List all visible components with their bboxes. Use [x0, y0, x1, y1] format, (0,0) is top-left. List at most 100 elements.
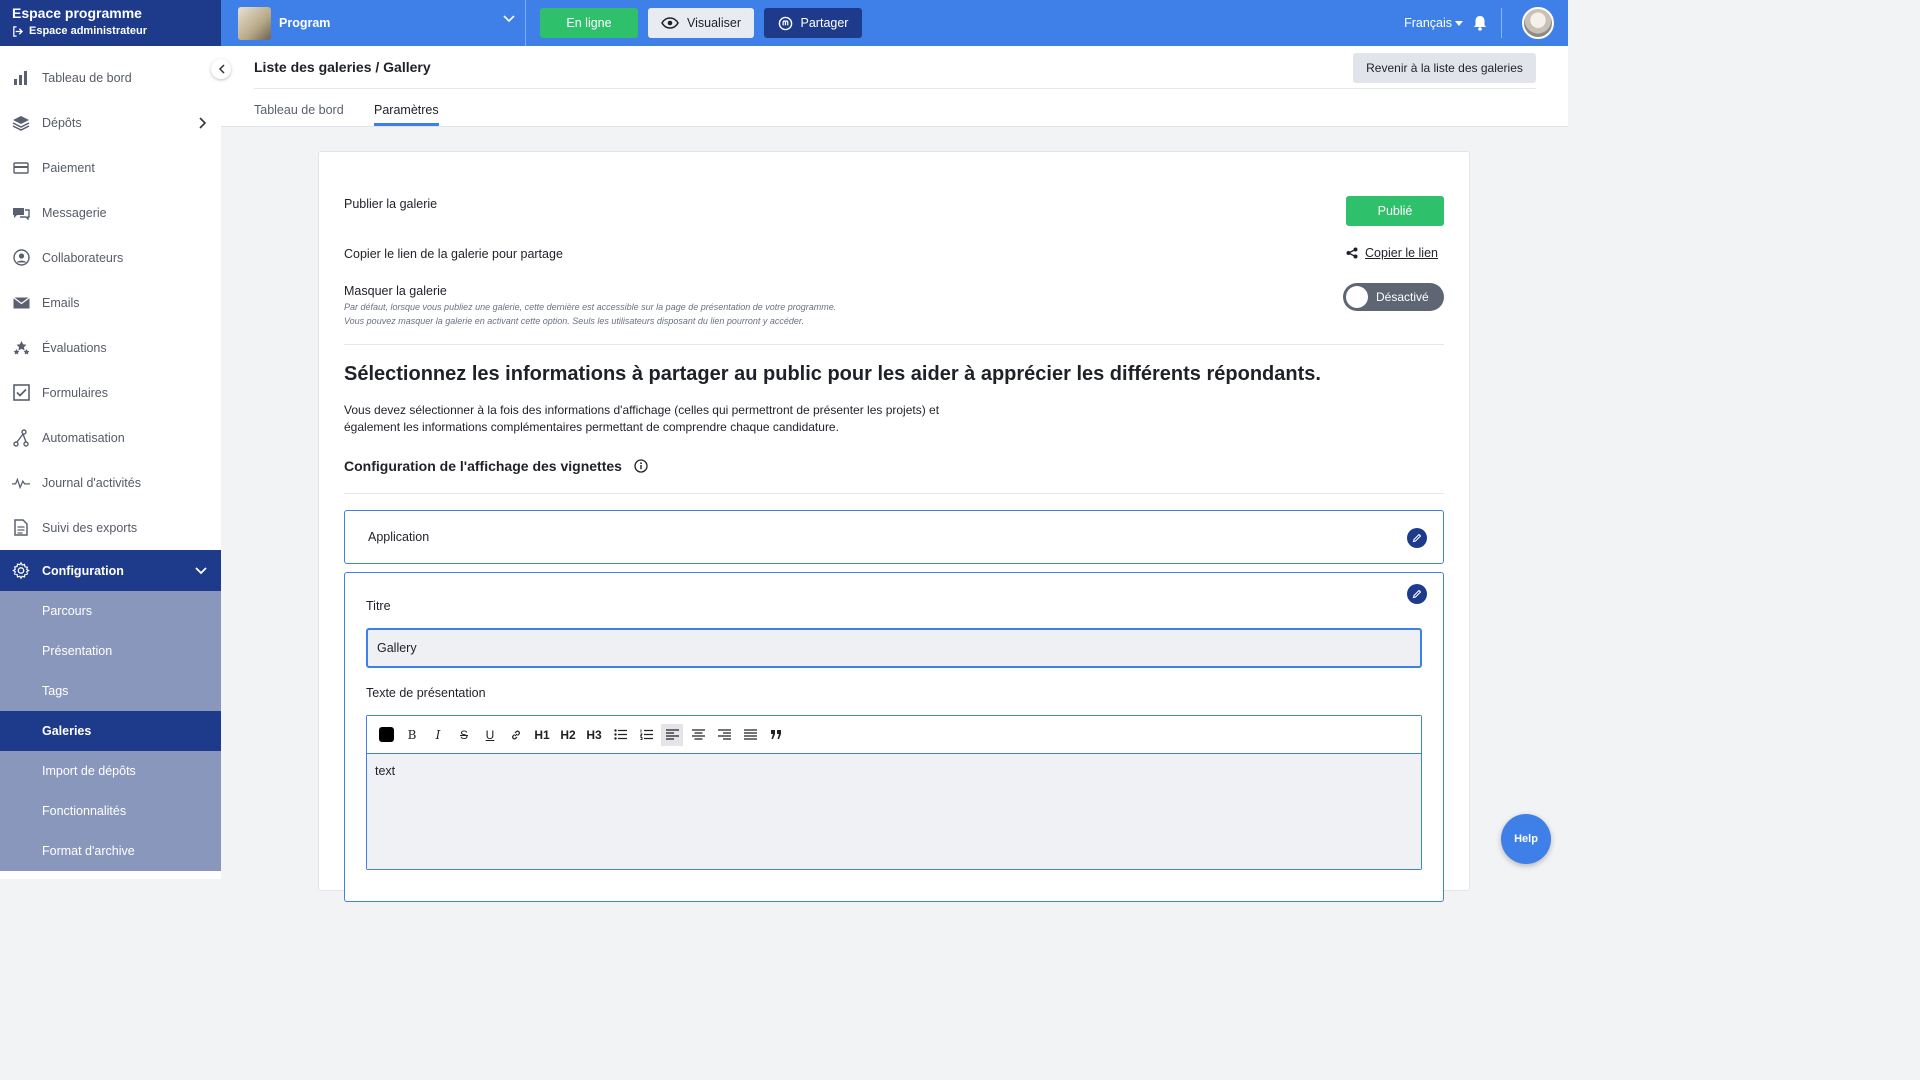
gallery-settings-card: Publier la galerie Publié Copier le lien… — [318, 151, 1470, 902]
submenu-item-parcours[interactable]: Parcours — [0, 591, 221, 631]
eye-icon — [661, 17, 679, 29]
topbar-divider — [1501, 8, 1502, 38]
stars-icon — [12, 339, 30, 357]
exit-icon — [13, 25, 23, 37]
hide-gallery-toggle[interactable]: Désactivé — [1343, 283, 1444, 311]
heading-2-button[interactable]: H2 — [557, 724, 579, 746]
chevron-down-icon — [503, 15, 515, 23]
sidebar-item-collaborators[interactable]: Collaborateurs — [0, 235, 221, 280]
activity-icon — [12, 474, 30, 492]
title-input[interactable]: Gallery — [366, 628, 1422, 668]
quote-button[interactable] — [765, 724, 787, 746]
configuration-submenu: Parcours Présentation Tags Galeries Impo… — [0, 591, 221, 871]
submenu-item-archive-format[interactable]: Format d'archive — [0, 831, 221, 871]
thumbnail-config-label: Configuration de l'affichage des vignett… — [344, 458, 622, 474]
edit-application-button[interactable] — [1407, 528, 1427, 548]
application-panel-label: Application — [368, 530, 430, 544]
sidebar-item-label: Suivi des exports — [42, 520, 138, 535]
sidebar-item-exports[interactable]: Suivi des exports — [0, 505, 221, 550]
numbered-list-button[interactable] — [635, 724, 657, 746]
edit-title-button[interactable] — [1407, 584, 1427, 604]
bullet-list-button[interactable] — [609, 724, 631, 746]
config-divider — [344, 493, 1444, 494]
flow-icon — [12, 428, 30, 447]
editor-content[interactable]: text — [367, 754, 1421, 869]
back-to-galleries-button[interactable]: Revenir à la liste des galeries — [1353, 53, 1536, 83]
heading-1-button[interactable]: H1 — [531, 724, 553, 746]
sidebar-item-forms[interactable]: Formulaires — [0, 370, 221, 415]
chat-icon — [12, 204, 30, 222]
hint-line-1: Par défaut, lorsque vous publiez une gal… — [344, 302, 837, 312]
sidebar-item-configuration[interactable]: Configuration — [0, 550, 221, 591]
heading-3-button[interactable]: H3 — [583, 724, 605, 746]
sidebar-item-evaluations[interactable]: Évaluations — [0, 325, 221, 370]
sidebar-item-label: Formulaires — [42, 385, 108, 400]
topbar-right: Français — [1404, 0, 1568, 46]
submenu-item-import[interactable]: Import de dépôts — [0, 751, 221, 791]
credit-card-icon — [12, 159, 30, 177]
program-selector[interactable]: Program — [221, 0, 526, 46]
title-panel: Titre Gallery Texte de présentation B I … — [344, 572, 1444, 902]
strikethrough-button[interactable]: S — [453, 724, 475, 746]
section-description: Vous devez sélectionner à la fois des in… — [344, 402, 939, 436]
layers-icon — [12, 114, 30, 132]
share-nodes-icon — [1346, 247, 1358, 259]
chevron-right-icon — [199, 116, 207, 129]
copy-link-label: Copier le lien — [1365, 246, 1438, 260]
align-right-button[interactable] — [713, 724, 735, 746]
numbered-list-icon — [639, 729, 653, 740]
text-color-button[interactable] — [375, 724, 397, 746]
submenu-item-tags[interactable]: Tags — [0, 671, 221, 711]
info-icon[interactable] — [634, 459, 648, 473]
submenu-item-features[interactable]: Fonctionnalités — [0, 791, 221, 831]
user-avatar[interactable] — [1522, 7, 1554, 39]
online-status-button[interactable]: En ligne — [540, 8, 638, 38]
chevron-down-icon — [195, 566, 207, 574]
underline-button[interactable]: U — [479, 724, 501, 746]
align-center-button[interactable] — [687, 724, 709, 746]
hint-line-2: Vous pouvez masquer la galerie en activa… — [344, 316, 805, 326]
justify-button[interactable] — [739, 724, 761, 746]
page-header: Liste des galeries / Gallery Revenir à l… — [221, 46, 1568, 127]
application-panel[interactable]: Application — [344, 510, 1444, 564]
publish-status-button[interactable]: Publié — [1346, 196, 1444, 226]
header-divider — [254, 88, 1536, 89]
view-button[interactable]: Visualiser — [648, 8, 754, 38]
submenu-item-galleries[interactable]: Galeries — [0, 711, 221, 751]
sidebar-item-automation[interactable]: Automatisation — [0, 415, 221, 460]
submenu-item-presentation[interactable]: Présentation — [0, 631, 221, 671]
italic-button[interactable]: I — [427, 724, 449, 746]
sidebar: Espace programme Espace administrateur T… — [0, 0, 221, 879]
user-circle-icon — [12, 249, 30, 267]
align-left-button[interactable] — [661, 723, 683, 746]
copy-link-label: Copier le lien de la galerie pour partag… — [344, 247, 563, 261]
sidebar-item-payment[interactable]: Paiement — [0, 145, 221, 190]
sidebar-item-activity-log[interactable]: Journal d'activités — [0, 460, 221, 505]
sidebar-item-deposits[interactable]: Dépôts — [0, 100, 221, 145]
tab-dashboard[interactable]: Tableau de bord — [254, 103, 344, 117]
publish-label: Publier la galerie — [344, 197, 438, 211]
sidebar-item-dashboard[interactable]: Tableau de bord — [0, 55, 221, 100]
toggle-knob — [1346, 286, 1368, 308]
copy-link-button[interactable]: Copier le lien — [1346, 246, 1438, 260]
sidebar-item-emails[interactable]: Emails — [0, 280, 221, 325]
align-right-icon — [717, 729, 731, 740]
tab-settings[interactable]: Paramètres — [374, 103, 439, 126]
toggle-label: Désactivé — [1376, 290, 1429, 304]
align-left-icon — [665, 729, 679, 740]
sidebar-item-messaging[interactable]: Messagerie — [0, 190, 221, 235]
bold-button[interactable]: B — [401, 724, 423, 746]
language-selector[interactable]: Français — [1404, 16, 1463, 30]
sidebar-item-label: Collaborateurs — [42, 250, 124, 265]
help-button[interactable]: Help — [1501, 814, 1551, 864]
link-button[interactable] — [505, 724, 527, 746]
sidebar-collapse-button[interactable] — [211, 59, 231, 79]
section-divider — [344, 344, 1444, 345]
bell-icon[interactable] — [1473, 15, 1487, 31]
admin-space-link[interactable]: Espace administrateur — [12, 25, 209, 37]
sidebar-item-label: Évaluations — [42, 340, 107, 355]
hide-gallery-hint: Par défaut, lorsque vous publiez une gal… — [344, 300, 836, 328]
share-button[interactable]: Partager — [764, 8, 862, 38]
color-swatch-icon — [378, 727, 394, 742]
bar-chart-icon — [12, 69, 30, 87]
